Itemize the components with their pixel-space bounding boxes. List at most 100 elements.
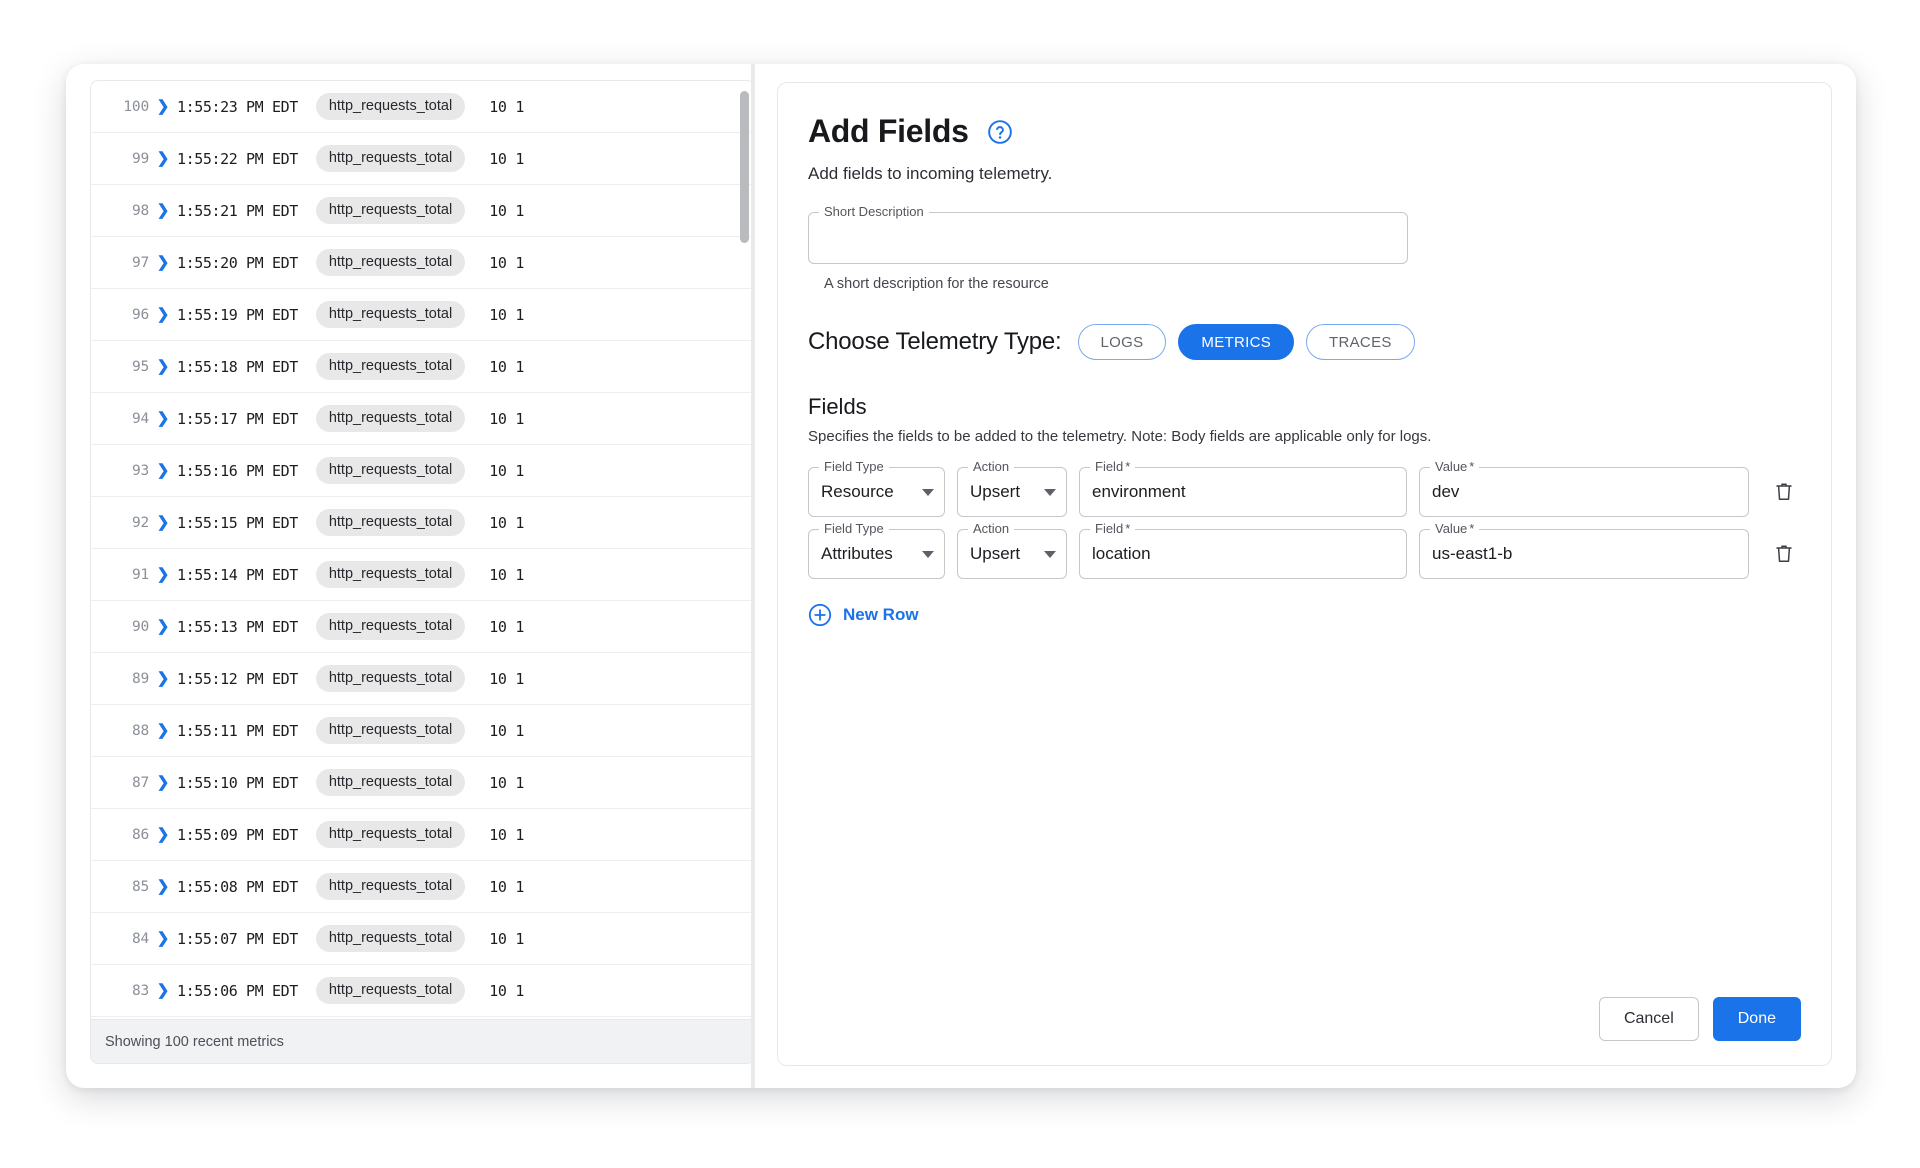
short-description-input[interactable]: Short Description	[808, 205, 1408, 264]
row-values: 10 1	[489, 513, 525, 532]
row-index: 90	[131, 618, 149, 635]
table-row[interactable]: 98 ❯ 1:55:21 PM EDT http_requests_total 10 1	[91, 185, 754, 237]
chevron-right-icon[interactable]: ❯	[149, 515, 177, 530]
done-button[interactable]: Done	[1712, 997, 1801, 1041]
table-row[interactable]: 87 ❯ 1:55:10 PM EDT http_requests_total 10 1	[91, 757, 754, 809]
metrics-status-bar: Showing 100 recent metrics	[91, 1019, 754, 1063]
chevron-right-icon[interactable]: ❯	[149, 723, 177, 738]
row-timestamp: 1:55:09 PM EDT	[177, 825, 298, 844]
chevron-right-icon[interactable]: ❯	[149, 203, 177, 218]
table-row[interactable]: 94 ❯ 1:55:17 PM EDT http_requests_total 10 1	[91, 393, 754, 445]
row-timestamp: 1:55:21 PM EDT	[177, 201, 298, 220]
table-row[interactable]: 85 ❯ 1:55:08 PM EDT http_requests_total 10 1	[91, 861, 754, 913]
row-index: 85	[131, 878, 149, 895]
field-value-input[interactable]: Value * us-east1-b	[1419, 522, 1749, 579]
row-values: 10 1	[489, 981, 525, 1000]
cancel-button[interactable]: Cancel	[1598, 997, 1699, 1041]
chevron-right-icon[interactable]: ❯	[149, 775, 177, 790]
table-row[interactable]: 96 ❯ 1:55:19 PM EDT http_requests_total 10 1	[91, 289, 754, 341]
field-type-select[interactable]: Field Type Attributes	[808, 522, 945, 579]
chevron-right-icon[interactable]: ❯	[149, 255, 177, 270]
chevron-right-icon[interactable]: ❯	[149, 567, 177, 582]
pane-divider[interactable]	[751, 64, 755, 1088]
metrics-rows-viewport[interactable]: 100 ❯ 1:55:23 PM EDT http_requests_total 10 …	[91, 81, 754, 1019]
row-values: 10 1	[489, 357, 525, 376]
row-timestamp: 1:55:10 PM EDT	[177, 773, 298, 792]
delete-row-button[interactable]	[1767, 475, 1801, 509]
row-metric-name: http_requests_total	[315, 769, 466, 796]
action-select-label: Action	[968, 460, 1015, 473]
row-values: 10 1	[489, 617, 525, 636]
chevron-right-icon[interactable]: ❯	[149, 359, 177, 374]
table-row[interactable]: 100 ❯ 1:55:23 PM EDT http_requests_total 10 …	[91, 81, 754, 133]
chevron-right-icon[interactable]: ❯	[149, 307, 177, 322]
chevron-down-icon	[922, 550, 934, 558]
field-name-input[interactable]: Field * location	[1079, 522, 1407, 579]
delete-row-button[interactable]	[1767, 537, 1801, 571]
table-row[interactable]: 89 ❯ 1:55:12 PM EDT http_requests_total 10 1	[91, 653, 754, 705]
table-row[interactable]: 83 ❯ 1:55:06 PM EDT http_requests_total 10 1	[91, 965, 754, 1017]
table-row[interactable]: 84 ❯ 1:55:07 PM EDT http_requests_total 10 1	[91, 913, 754, 965]
row-metric-name: http_requests_total	[315, 405, 466, 432]
row-index: 83	[131, 982, 149, 999]
row-index: 86	[131, 826, 149, 843]
row-metric-name: http_requests_total	[315, 665, 466, 692]
field-type-select[interactable]: Field Type Resource	[808, 460, 945, 517]
row-timestamp: 1:55:12 PM EDT	[177, 669, 298, 688]
new-row-button[interactable]: New Row	[808, 603, 919, 627]
table-row[interactable]: 97 ❯ 1:55:20 PM EDT http_requests_total 10 1	[91, 237, 754, 289]
chevron-right-icon[interactable]: ❯	[149, 619, 177, 634]
dialog-subtitle: Add fields to incoming telemetry.	[808, 164, 1053, 183]
field-value-input[interactable]: Value * dev	[1419, 460, 1749, 517]
table-row[interactable]: 93 ❯ 1:55:16 PM EDT http_requests_total 10 1	[91, 445, 754, 497]
telemetry-chip-metrics[interactable]: METRICS	[1178, 324, 1295, 360]
field-value-input-value: dev	[1432, 482, 1460, 501]
action-select[interactable]: Action Upsert	[957, 460, 1067, 517]
field-row-list: Field Type Resource Action Upsert Field * envi…	[808, 460, 1801, 579]
short-description-helper: A short description for the resource	[824, 276, 1049, 292]
row-metric-name: http_requests_total	[315, 925, 466, 952]
short-description-group: Short Description A short description fo…	[808, 205, 1408, 292]
help-circle-icon[interactable]	[987, 119, 1013, 145]
row-index: 87	[131, 774, 149, 791]
row-index: 97	[131, 254, 149, 271]
action-select-label: Action	[968, 522, 1015, 535]
metrics-list-scrollbar[interactable]	[740, 89, 749, 991]
field-value-input-label: Value *	[1430, 460, 1480, 473]
chevron-right-icon[interactable]: ❯	[149, 671, 177, 686]
chevron-right-icon[interactable]: ❯	[149, 411, 177, 426]
table-row[interactable]: 95 ❯ 1:55:18 PM EDT http_requests_total 10 1	[91, 341, 754, 393]
trash-icon	[1776, 545, 1792, 562]
field-type-select-label: Field Type	[819, 522, 889, 535]
action-select[interactable]: Action Upsert	[957, 522, 1067, 579]
field-name-input[interactable]: Field * environment	[1079, 460, 1407, 517]
row-metric-name: http_requests_total	[315, 301, 466, 328]
chevron-right-icon[interactable]: ❯	[149, 463, 177, 478]
chevron-right-icon[interactable]: ❯	[149, 879, 177, 894]
trash-icon	[1776, 483, 1792, 500]
chevron-right-icon[interactable]: ❯	[149, 99, 177, 114]
row-timestamp: 1:55:18 PM EDT	[177, 357, 298, 376]
row-index: 88	[131, 722, 149, 739]
dialog-header: Add Fields	[808, 113, 1801, 150]
chevron-right-icon[interactable]: ❯	[149, 931, 177, 946]
row-metric-name: http_requests_total	[315, 717, 466, 744]
row-values: 10 1	[489, 825, 525, 844]
row-metric-name: http_requests_total	[315, 509, 466, 536]
row-timestamp: 1:55:11 PM EDT	[177, 721, 298, 740]
table-row[interactable]: 91 ❯ 1:55:14 PM EDT http_requests_total 10 1	[91, 549, 754, 601]
scrollbar-thumb[interactable]	[740, 91, 749, 243]
chevron-right-icon[interactable]: ❯	[149, 151, 177, 166]
chevron-right-icon[interactable]: ❯	[149, 827, 177, 842]
table-row[interactable]: 90 ❯ 1:55:13 PM EDT http_requests_total 10 1	[91, 601, 754, 653]
row-values: 10 1	[489, 253, 525, 272]
table-row[interactable]: 92 ❯ 1:55:15 PM EDT http_requests_total 10 1	[91, 497, 754, 549]
table-row[interactable]: 86 ❯ 1:55:09 PM EDT http_requests_total 10 1	[91, 809, 754, 861]
table-row[interactable]: 99 ❯ 1:55:22 PM EDT http_requests_total 10 1	[91, 133, 754, 185]
row-index: 96	[131, 306, 149, 323]
telemetry-chip-logs[interactable]: LOGS	[1077, 324, 1167, 360]
row-metric-name: http_requests_total	[315, 613, 466, 640]
telemetry-chip-traces[interactable]: TRACES	[1306, 324, 1415, 360]
table-row[interactable]: 88 ❯ 1:55:11 PM EDT http_requests_total 10 1	[91, 705, 754, 757]
chevron-right-icon[interactable]: ❯	[149, 983, 177, 998]
